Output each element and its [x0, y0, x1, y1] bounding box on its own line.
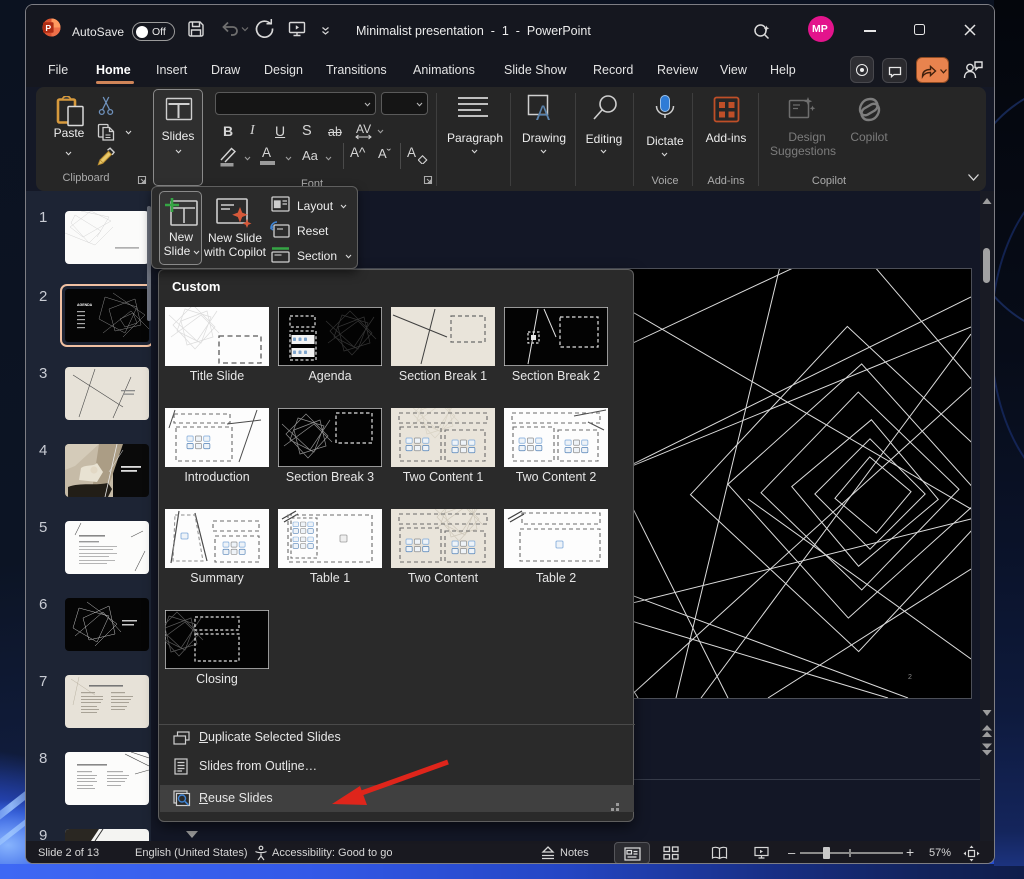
svg-text:P: P [45, 23, 51, 33]
svg-text:A: A [536, 102, 550, 125]
svg-text:AGENDA: AGENDA [77, 303, 93, 307]
svg-text:2: 2 [908, 674, 912, 681]
